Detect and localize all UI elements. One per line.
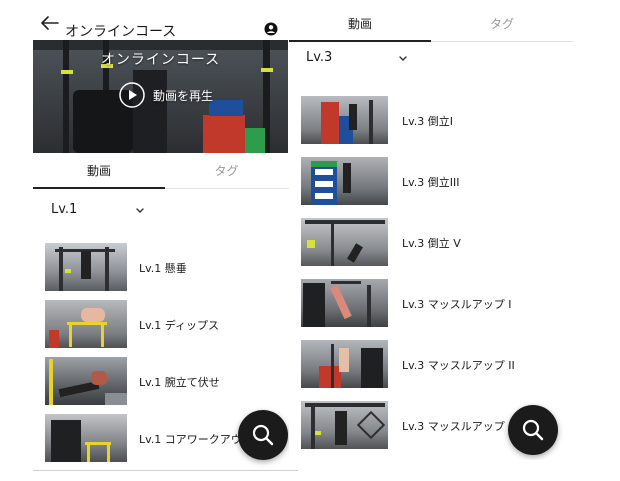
list-item-label: Lv.1 ディップス — [139, 319, 220, 332]
video-thumbnail — [301, 96, 388, 144]
play-video-label[interactable]: 動画を再生 — [153, 87, 213, 104]
video-thumbnail — [45, 414, 127, 462]
level-dropdown-value: Lv.3 — [306, 50, 333, 65]
list-item-label: Lv.3 マッスルアップ I — [402, 298, 512, 311]
list-item[interactable]: Lv.3 マッスルアップ II — [289, 340, 573, 390]
list-item-label: Lv.3 マッスルアップ II — [402, 359, 515, 372]
list-item[interactable]: Lv.3 倒立 V — [289, 218, 573, 268]
list-item-label: Lv.3 倒立 V — [402, 237, 461, 250]
video-thumbnail — [45, 243, 127, 291]
list-item-label: Lv.1 懸垂 — [139, 262, 187, 275]
list-item-label: Lv.1 コアワークアウト — [139, 433, 253, 446]
list-item[interactable]: Lv.1 懸垂 — [33, 243, 298, 293]
tab-bar: 動画 タグ — [289, 6, 573, 42]
chevron-down-icon — [399, 56, 407, 61]
level-dropdown[interactable]: Lv.3 — [306, 50, 416, 76]
list-item-label: Lv.3 倒立I — [402, 115, 454, 128]
list-item[interactable]: Lv.1 ディップス — [33, 300, 298, 350]
video-thumbnail — [45, 300, 127, 348]
video-thumbnail — [301, 218, 388, 266]
list-item-label: Lv.3 倒立III — [402, 176, 460, 189]
tab-bar: 動画 タグ — [33, 153, 298, 189]
play-circle-icon[interactable] — [119, 82, 145, 108]
video-thumbnail — [301, 401, 388, 449]
video-thumbnail — [301, 157, 388, 205]
search-icon — [522, 419, 544, 441]
left-screen: オンラインコース オンラインコース 動画を再生 動画 タグ Lv.1 Lv.1 … — [33, 0, 298, 472]
rack-band — [61, 70, 73, 74]
list-item-label: Lv.3 マッスルアップ III — [402, 420, 519, 433]
video-thumbnail — [45, 357, 127, 405]
arrow-left-icon[interactable] — [41, 16, 59, 30]
video-thumbnail — [301, 279, 388, 327]
video-thumbnail — [301, 340, 388, 388]
plyo-box — [245, 128, 265, 153]
tab-active-indicator — [33, 187, 165, 189]
tab-videos[interactable]: 動画 — [33, 153, 165, 189]
search-icon — [252, 424, 274, 446]
tab-tags[interactable]: タグ — [431, 6, 573, 42]
hero-video[interactable]: オンラインコース 動画を再生 — [33, 40, 288, 153]
chevron-down-icon — [136, 208, 144, 213]
search-fab[interactable] — [238, 410, 288, 460]
app-header: オンラインコース — [33, 0, 298, 40]
tab-active-indicator — [289, 40, 431, 42]
plyo-box — [203, 115, 245, 153]
level-dropdown[interactable]: Lv.1 — [51, 202, 161, 228]
list-item[interactable]: Lv.3 マッスルアップ I — [289, 279, 573, 329]
right-screen: 動画 タグ Lv.3 Lv.3 倒立I Lv.3 倒立III Lv.3 倒立 V… — [289, 0, 573, 460]
list-item[interactable]: Lv.1 腕立て伏せ — [33, 357, 298, 407]
tab-tags[interactable]: タグ — [165, 153, 288, 189]
list-item[interactable]: Lv.3 倒立III — [289, 157, 573, 207]
list-item-label: Lv.1 腕立て伏せ — [139, 376, 220, 389]
search-fab[interactable] — [508, 405, 558, 455]
account-circle-icon[interactable] — [264, 22, 278, 36]
hero-title: オンラインコース — [100, 52, 221, 68]
bottom-divider — [33, 470, 298, 471]
list-item[interactable]: Lv.3 倒立I — [289, 96, 573, 146]
plyo-box — [209, 100, 243, 116]
level-dropdown-value: Lv.1 — [51, 202, 78, 217]
tab-videos[interactable]: 動画 — [289, 6, 431, 42]
page-title: オンラインコース — [65, 24, 177, 40]
